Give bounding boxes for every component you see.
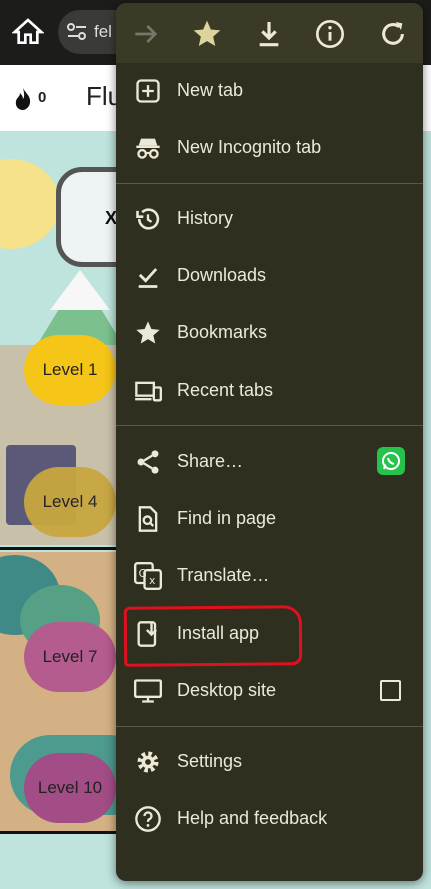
menu-item-history[interactable]: History	[116, 191, 423, 247]
menu-item-label: History	[177, 208, 234, 228]
menu-item-label: Bookmarks	[177, 322, 268, 342]
menu-item-bookmarks[interactable]: Bookmarks	[116, 305, 423, 361]
menu-item-label: Desktop site	[177, 680, 277, 700]
level-4-button[interactable]: Level 4	[24, 467, 116, 537]
menu-item-new-incognito-tab[interactable]: New Incognito tab	[116, 120, 423, 176]
history-icon	[136, 208, 160, 230]
whatsapp-icon[interactable]	[377, 447, 405, 475]
level-7-button[interactable]: Level 7	[24, 622, 116, 692]
info-icon[interactable]	[314, 18, 346, 50]
refresh-icon[interactable]	[377, 18, 409, 50]
menu-toolbar	[116, 3, 423, 63]
menu-separator	[116, 183, 423, 184]
menu-separator	[116, 726, 423, 727]
menu-item-help-and-feedback[interactable]: Help and feedback	[116, 791, 423, 847]
menu-item-new-tab[interactable]: New tab	[116, 63, 423, 119]
menu-item-settings[interactable]: Settings	[116, 734, 423, 790]
menu-item-label: Recent tabs	[177, 380, 274, 400]
find-in-page-icon	[138, 506, 158, 532]
overflow-menu: New tab New Incognito tab History Downlo…	[116, 3, 423, 881]
desktop-site-checkbox[interactable]	[380, 680, 401, 701]
menu-item-label: Translate…	[177, 565, 270, 585]
level-1-button[interactable]: Level 1	[24, 335, 116, 405]
streak-count: 0	[38, 89, 47, 106]
menu-item-label: Find in page	[177, 508, 277, 528]
flame-icon	[15, 88, 31, 110]
translate-icon: Gx	[134, 562, 162, 590]
home-icon[interactable]	[12, 16, 44, 48]
highlight-annotation	[123, 605, 303, 667]
monitor-icon	[134, 679, 162, 703]
download-icon[interactable]	[253, 18, 285, 50]
star-filled-icon[interactable]	[191, 18, 223, 50]
menu-item-label: Share…	[177, 451, 244, 471]
incognito-icon	[136, 138, 160, 159]
download-check-icon	[138, 268, 158, 288]
menu-item-label: New Incognito tab	[177, 137, 322, 157]
menu-item-label: Settings	[177, 751, 243, 771]
menu-separator	[116, 425, 423, 426]
star-icon	[136, 321, 160, 344]
menu-item-translate[interactable]: Gx Translate…	[116, 548, 423, 604]
menu-item-downloads[interactable]: Downloads	[116, 248, 423, 304]
svg-text:G: G	[139, 568, 147, 580]
forward-icon[interactable]	[130, 18, 162, 50]
share-icon	[137, 450, 159, 474]
menu-item-label: Downloads	[177, 265, 267, 285]
url-text: fel	[94, 22, 112, 41]
level-10-button[interactable]: Level 10	[24, 753, 116, 823]
help-icon	[135, 806, 161, 832]
devices-icon	[135, 381, 162, 402]
menu-item-desktop-site[interactable]: Desktop site	[116, 663, 423, 719]
sun-illustration	[0, 159, 60, 249]
plus-box-icon	[136, 79, 160, 103]
divider	[0, 547, 120, 550]
menu-item-recent-tabs[interactable]: Recent tabs	[116, 363, 423, 419]
svg-text:x: x	[149, 575, 155, 587]
divider	[0, 831, 120, 834]
menu-item-label: Help and feedback	[177, 808, 328, 828]
gear-icon	[137, 751, 159, 773]
menu-item-share[interactable]: Share…	[116, 434, 423, 490]
menu-item-label: New tab	[177, 80, 244, 100]
menu-item-find-in-page[interactable]: Find in page	[116, 491, 423, 547]
tune-icon[interactable]	[66, 22, 88, 42]
